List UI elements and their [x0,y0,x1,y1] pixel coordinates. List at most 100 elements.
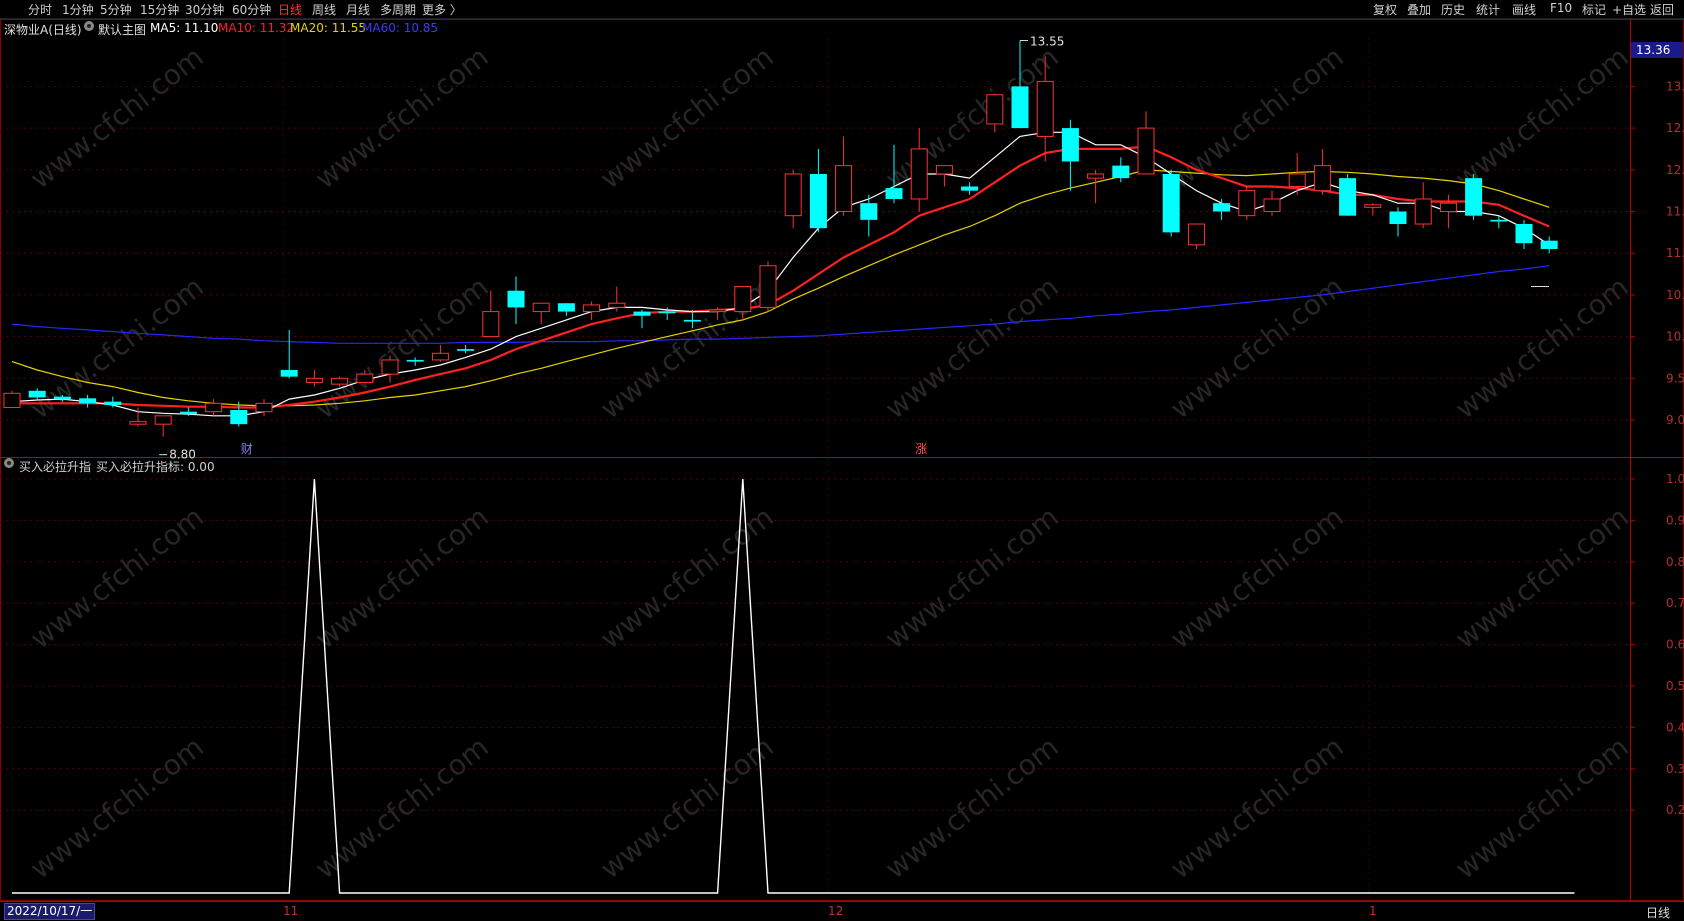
candle [1439,194,1457,229]
candle-body [230,409,248,425]
candle [457,344,475,354]
candle-body [305,377,323,383]
candle [1364,203,1382,216]
candle [154,415,172,437]
candle [784,169,802,229]
candle-body [205,402,223,413]
price-tick-label: 9.50 [1666,371,1684,385]
candle [1112,157,1130,183]
indicator-name[interactable]: 买入必拉升指 [19,458,91,475]
month-tick-1: 1 [1369,904,1377,918]
candle-body [104,401,122,405]
candle-body [1414,198,1432,225]
candle-body [1137,127,1155,175]
period-label[interactable]: 日线 [1646,904,1670,921]
watermark-text: www.cfchi.com [309,40,495,195]
candle [935,165,953,187]
event-label-rise: 涨 [915,441,927,456]
candle-body [482,311,500,338]
watermark-text: www.cfchi.com [879,270,1065,425]
watermark-text: www.cfchi.com [24,500,210,655]
candle-body [28,390,46,398]
candle [1515,219,1533,250]
candle-body [809,173,827,229]
price-tick-label: 11.50 [1666,205,1684,219]
indicator-tick-label: 0.50 [1666,679,1684,693]
candle [431,344,449,362]
candle-body [532,302,550,313]
candle [79,394,97,408]
price-tick-label: 12.00 [1666,163,1684,177]
candle-body [683,319,701,322]
watermark-text: www.cfchi.com [1164,270,1350,425]
candle-body [154,415,172,425]
watermark-text: www.cfchi.com [879,500,1065,655]
watermark-text: www.cfchi.com [879,730,1065,885]
candle-body [734,286,752,313]
candle [1313,148,1331,195]
watermark-text: www.cfchi.com [594,730,780,885]
watermark-text: www.cfchi.com [309,270,495,425]
indicator-gear-icon[interactable] [4,458,14,468]
candle-body [79,398,97,404]
candle-body [1213,203,1231,212]
candle [835,136,853,216]
indicator-tick-label: 0.80 [1666,555,1684,569]
indicator-tick-label: 0.20 [1666,803,1684,817]
candle [1540,236,1558,254]
indicator-tick-label: 0.70 [1666,596,1684,610]
candle-body [381,359,399,375]
candle-body [507,290,525,308]
candle-body [608,302,626,308]
price-tick-label: 9.00 [1666,413,1684,427]
candle-body [1490,219,1508,222]
time-axis-bar: 2022/10/17/一 11 12 1 日线 [0,901,1684,920]
candle-body [709,309,727,313]
candle-body [1389,211,1407,225]
indicator-tick-label: 0.30 [1666,762,1684,776]
candle [1162,169,1180,237]
candle-body [255,402,273,413]
watermark-text: www.cfchi.com [1449,270,1635,425]
candle-body [1313,165,1331,192]
month-tick-12: 12 [828,904,844,918]
candle [557,303,575,316]
current-price-label: 13.36 [1636,43,1670,57]
watermark-layer: www.cfchi.com www.cfchi.com www.cfchi.com w… [24,40,1635,885]
watermark-text: www.cfchi.com [1449,40,1635,195]
high-price-label: 13.55 [1030,35,1064,49]
price-tick-label: 11.00 [1666,246,1684,260]
candle [961,182,979,195]
event-label-finance: 财 [241,442,253,456]
candle-body [1339,178,1357,216]
indicator-value: 买入必拉升指标: 0.00 [96,460,215,474]
candle [809,148,827,233]
candle-body [53,396,71,400]
candle [1061,119,1079,191]
kline-chart[interactable]: www.cfchi.com www.cfchi.com www.cfchi.com w… [0,0,1684,919]
candle-body [986,94,1004,125]
candle [583,301,601,320]
candle [1137,111,1155,175]
candle-body [280,369,298,377]
candle-body [179,411,197,415]
candle [1213,198,1231,220]
candle-body [1187,223,1205,246]
watermark-text: www.cfchi.com [24,40,210,195]
candle-body [835,165,853,213]
candle [1263,190,1281,216]
candle-body [406,359,424,362]
candle [1414,182,1432,229]
candle-body [935,165,953,175]
candle [3,390,21,408]
candle [305,369,323,387]
candle [1087,169,1105,204]
candle-body [356,373,374,383]
candle-body [557,303,575,312]
candle-body [1439,202,1457,213]
candle-body [3,392,21,408]
candle [986,94,1004,133]
watermark-text: www.cfchi.com [309,730,495,885]
candlesticks [3,40,1558,437]
candle-body [784,173,802,217]
